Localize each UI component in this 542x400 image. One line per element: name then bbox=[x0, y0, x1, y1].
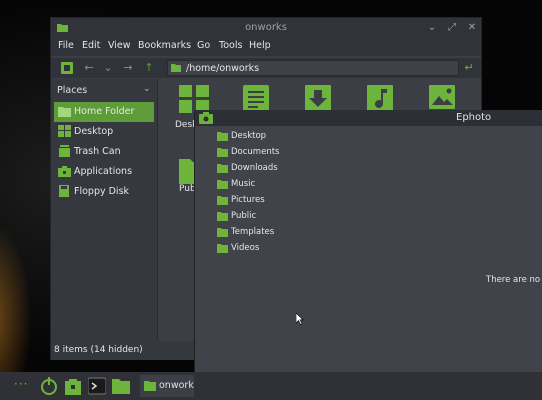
taskbar: ··· onwork bbox=[0, 372, 542, 400]
mouse-cursor-icon bbox=[296, 313, 304, 325]
tree-item-label: Videos bbox=[231, 243, 260, 253]
location-folder-icon bbox=[171, 63, 181, 72]
menu-view[interactable]: View bbox=[108, 40, 131, 51]
ephoto-title: Ephoto bbox=[456, 112, 492, 123]
sidebar-item-applications[interactable]: Applications bbox=[54, 162, 154, 182]
folder-icon bbox=[217, 148, 228, 157]
new-folder-icon[interactable] bbox=[59, 61, 75, 75]
location-bar[interactable]: /home/onworks bbox=[167, 60, 459, 76]
toggle-location-icon[interactable]: ↵ bbox=[461, 61, 477, 75]
terminal-icon[interactable] bbox=[88, 377, 106, 395]
sidebar-item-label: Desktop bbox=[74, 126, 114, 137]
sidebar-item-label: Trash Can bbox=[74, 146, 121, 157]
folder-icon bbox=[217, 244, 228, 253]
places-sidebar: Places ⌄ Home Folder Desktop Trash Can A… bbox=[51, 79, 158, 341]
toolbar: ← ⌄ → ↑ /home/onworks ↵ bbox=[51, 58, 481, 78]
sidebar-item-trash[interactable]: Trash Can bbox=[54, 142, 154, 162]
sidebar-item-home-folder[interactable]: Home Folder bbox=[54, 102, 154, 122]
sidebar-item-label: Floppy Disk bbox=[74, 186, 130, 197]
tree-item-pictures[interactable]: Pictures bbox=[217, 194, 357, 208]
folder-icon bbox=[217, 212, 228, 221]
folder-icon bbox=[217, 228, 228, 237]
menu-file[interactable]: File bbox=[58, 40, 74, 51]
tree-item-desktop[interactable]: Desktop bbox=[217, 130, 357, 144]
folder-icon bbox=[217, 132, 228, 141]
tree-item-public[interactable]: Public bbox=[217, 210, 357, 224]
forward-arrow-icon[interactable]: → bbox=[120, 61, 136, 75]
menu-tools[interactable]: Tools bbox=[219, 40, 242, 51]
tree-item-downloads[interactable]: Downloads bbox=[217, 162, 357, 176]
ephoto-titlebar[interactable]: Ephoto bbox=[195, 110, 542, 126]
tree-item-label: Desktop bbox=[231, 131, 267, 141]
tree-item-videos[interactable]: Videos bbox=[217, 242, 357, 256]
tree-item-label: Downloads bbox=[231, 163, 278, 173]
power-icon[interactable] bbox=[40, 377, 58, 395]
location-path: /home/onworks bbox=[186, 63, 260, 74]
applications-icon bbox=[58, 165, 71, 177]
tree-item-music[interactable]: Music bbox=[217, 178, 357, 192]
up-arrow-icon[interactable]: ↑ bbox=[141, 61, 157, 75]
tree-item-label: Public bbox=[231, 211, 257, 221]
tree-item-label: Templates bbox=[231, 227, 275, 237]
maximize-icon[interactable]: ⤢ bbox=[445, 21, 459, 35]
collapse-icon[interactable]: ⌄ bbox=[143, 84, 151, 94]
tree-item-label: Music bbox=[231, 179, 256, 189]
folder-icon bbox=[217, 196, 228, 205]
tree-item-label: Pictures bbox=[231, 195, 265, 205]
sidebar-item-floppy-disk[interactable]: Floppy Disk bbox=[54, 182, 154, 202]
folder-icon bbox=[217, 164, 228, 173]
menu-help[interactable]: Help bbox=[249, 40, 271, 51]
tree-item-documents[interactable]: Documents bbox=[217, 146, 357, 160]
menu-bookmarks[interactable]: Bookmarks bbox=[138, 40, 191, 51]
taskbar-window-label: onwork bbox=[159, 380, 194, 391]
item-count: 8 items (14 hidden) bbox=[54, 345, 143, 355]
menu-bar: File Edit View Bookmarks Go Tools Help bbox=[51, 38, 481, 56]
files-icon[interactable] bbox=[112, 377, 130, 395]
history-dropdown-icon[interactable]: ⌄ bbox=[100, 61, 116, 75]
back-arrow-icon[interactable]: ← bbox=[81, 61, 97, 75]
minimize-icon[interactable]: ⌄ bbox=[425, 21, 439, 35]
folder-icon bbox=[144, 381, 156, 391]
sidebar-item-label: Applications bbox=[74, 166, 133, 177]
floppy-icon bbox=[58, 185, 71, 197]
home-folder-icon bbox=[58, 105, 71, 117]
close-icon[interactable]: ✕ bbox=[465, 21, 479, 35]
software-store-icon[interactable] bbox=[64, 377, 82, 395]
menu-edit[interactable]: Edit bbox=[82, 40, 100, 51]
empty-message: There are no i bbox=[486, 275, 542, 285]
places-heading: Places bbox=[57, 85, 88, 96]
ephoto-window: Ephoto Desktop Documents Downloads Music… bbox=[194, 110, 542, 400]
sidebar-item-label: Home Folder bbox=[74, 106, 135, 117]
tree-item-templates[interactable]: Templates bbox=[217, 226, 357, 240]
window-title: onworks bbox=[245, 22, 287, 33]
tree-item-label: Documents bbox=[231, 147, 280, 157]
desktop-icon bbox=[58, 125, 71, 137]
sidebar-item-desktop[interactable]: Desktop bbox=[54, 122, 154, 142]
taskbar-window-button[interactable]: onwork bbox=[140, 375, 194, 397]
menu-go[interactable]: Go bbox=[197, 40, 210, 51]
camera-icon bbox=[199, 112, 213, 124]
folder-icon bbox=[217, 180, 228, 189]
menu-dots-icon[interactable]: ··· bbox=[14, 377, 28, 391]
file-manager-titlebar[interactable]: onworks ⌄ ⤢ ✕ bbox=[51, 18, 481, 38]
trash-icon bbox=[58, 145, 71, 157]
